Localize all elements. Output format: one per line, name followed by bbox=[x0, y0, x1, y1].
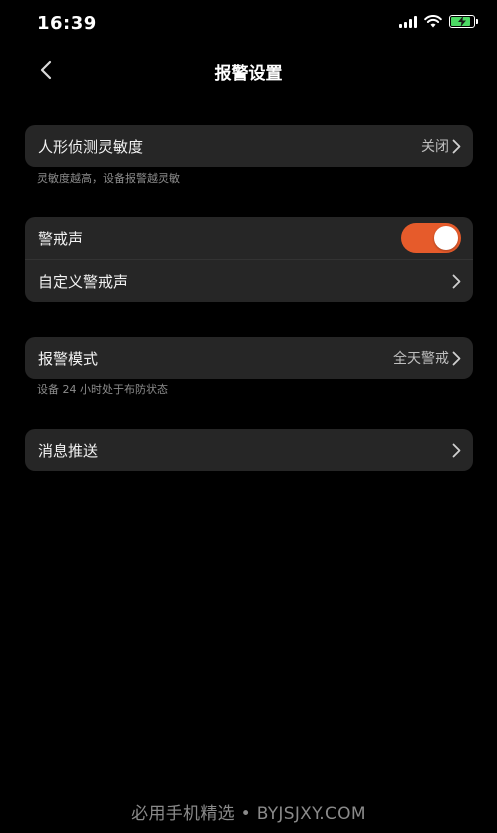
custom-alarm-sound-row[interactable]: 自定义警戒声 bbox=[25, 259, 473, 302]
alarm-sound-card: 警戒声 自定义警戒声 bbox=[25, 217, 473, 302]
chevron-right-icon bbox=[451, 273, 461, 289]
battery-charging-icon bbox=[449, 15, 478, 28]
sensitivity-hint: 灵敏度越高，设备报警越灵敏 bbox=[37, 172, 180, 185]
sensitivity-card: 人形侦测灵敏度 关闭 bbox=[25, 125, 473, 167]
page-title: 报警设置 bbox=[214, 64, 283, 84]
toggle-knob bbox=[434, 226, 458, 250]
navigation-bar: 报警设置 bbox=[0, 48, 497, 92]
alarm-sound-toggle[interactable] bbox=[401, 223, 461, 253]
cellular-signal-icon bbox=[399, 15, 417, 28]
alarm-mode-value: 全天警戒 bbox=[393, 351, 449, 367]
chevron-right-icon bbox=[451, 442, 461, 458]
alarm-mode-row[interactable]: 报警模式 全天警戒 bbox=[25, 337, 473, 379]
custom-alarm-sound-label: 自定义警戒声 bbox=[38, 272, 129, 291]
status-bar: 16:39 bbox=[0, 0, 497, 48]
alarm-sound-row: 警戒声 bbox=[25, 217, 473, 259]
status-time: 16:39 bbox=[37, 13, 97, 34]
alarm-mode-card: 报警模式 全天警戒 bbox=[25, 337, 473, 379]
alarm-sound-label: 警戒声 bbox=[38, 229, 84, 248]
sensitivity-row[interactable]: 人形侦测灵敏度 关闭 bbox=[25, 125, 473, 167]
sensitivity-value: 关闭 bbox=[421, 139, 449, 155]
wifi-icon bbox=[424, 15, 442, 28]
push-label: 消息推送 bbox=[38, 441, 99, 460]
push-row[interactable]: 消息推送 bbox=[25, 429, 473, 471]
status-icons bbox=[399, 15, 478, 28]
chevron-right-icon bbox=[451, 138, 461, 154]
push-card: 消息推送 bbox=[25, 429, 473, 471]
alarm-mode-label: 报警模式 bbox=[38, 349, 99, 368]
alarm-mode-hint: 设备 24 小时处于布防状态 bbox=[37, 383, 168, 396]
sensitivity-label: 人形侦测灵敏度 bbox=[38, 137, 144, 156]
watermark-text: 必用手机精选 • BYJSJXY.COM bbox=[131, 804, 366, 824]
chevron-right-icon bbox=[451, 350, 461, 366]
